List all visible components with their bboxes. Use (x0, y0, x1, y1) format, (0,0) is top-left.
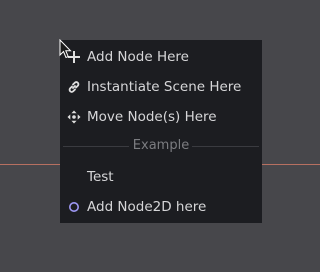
menu-item-label: Test (87, 169, 114, 185)
menu-item-label: Instantiate Scene Here (87, 79, 242, 95)
node2d-circle-icon (67, 200, 81, 214)
mouse-cursor-icon (59, 39, 72, 59)
move-arrows-icon (67, 110, 81, 124)
context-menu: Add Node Here Instantiate Scene Here Mov… (60, 40, 262, 223)
menu-item-add-node2d[interactable]: Add Node2D here (60, 192, 262, 222)
menu-item-add-node[interactable]: Add Node Here (60, 42, 262, 72)
menu-item-move-nodes[interactable]: Move Node(s) Here (60, 102, 262, 132)
menu-item-instantiate-scene[interactable]: Instantiate Scene Here (60, 72, 262, 102)
separator-line-right (192, 146, 259, 147)
menu-item-test[interactable]: Test (60, 162, 262, 192)
menu-item-label: Add Node Here (87, 49, 189, 65)
menu-section-separator: Example (60, 135, 262, 157)
menu-item-label: Add Node2D here (87, 199, 207, 215)
menu-item-label: Move Node(s) Here (87, 109, 217, 125)
link-icon (67, 80, 81, 94)
